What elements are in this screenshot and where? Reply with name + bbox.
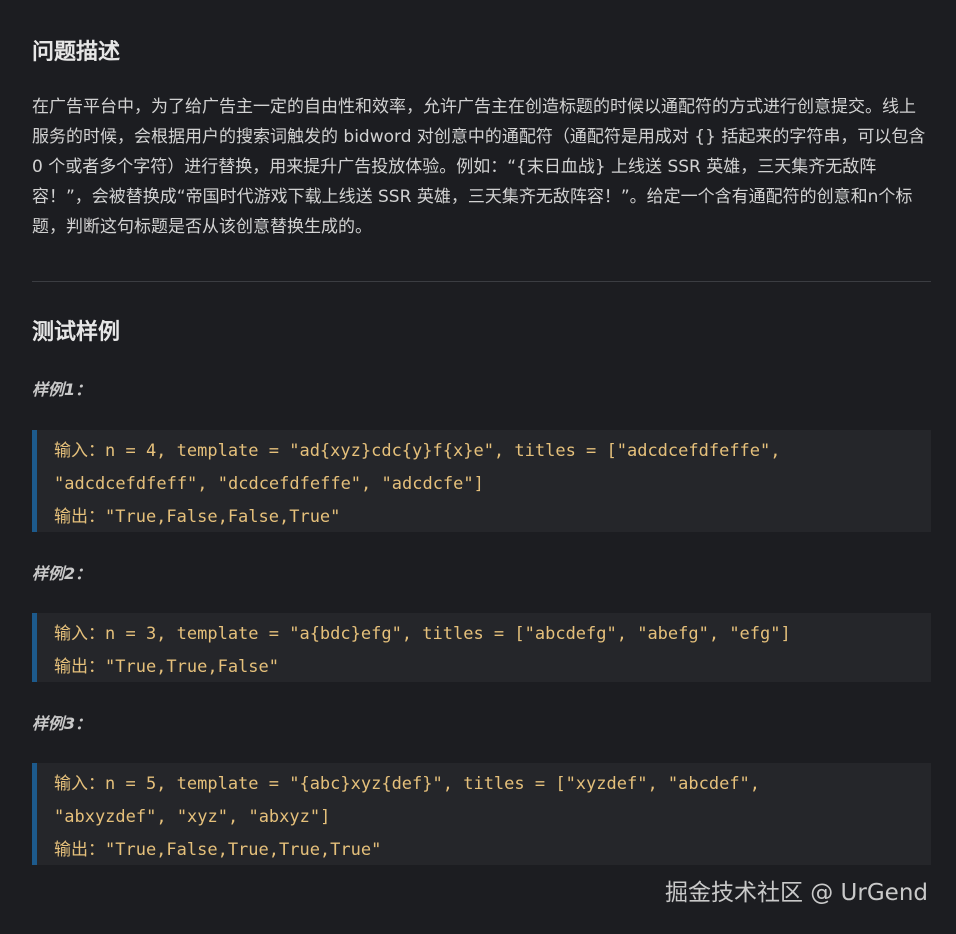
example-2-input-line: 输入：n = 3, template = "a{bdc}efg", titles… xyxy=(54,618,931,651)
example-2-code-block: 输入：n = 3, template = "a{bdc}efg", titles… xyxy=(32,613,931,682)
input-key: 输入： xyxy=(54,441,105,461)
output-key: 输出： xyxy=(54,507,105,527)
example-2-input: n = 3, template = "a{bdc}efg", titles = … xyxy=(105,624,791,644)
example-2-output-line: 输出："True,True,False" xyxy=(54,651,931,684)
output-key: 输出： xyxy=(54,840,105,860)
example-1-label: 样例1： xyxy=(32,380,92,399)
example-3-output-line: 输出："True,False,True,True,True" xyxy=(54,834,931,867)
example-1-input-line: 输入：n = 4, template = "ad{xyz}cdc{y}f{x}e… xyxy=(54,435,931,468)
tests-heading: 测试样例 xyxy=(32,320,121,345)
example-2-label: 样例2： xyxy=(32,564,92,583)
input-key: 输入： xyxy=(54,774,105,794)
input-key: 输入： xyxy=(54,624,105,644)
example-3-input-line: 输入：n = 5, template = "{abc}xyz{def}", ti… xyxy=(54,768,931,801)
example-1-input-continuation: "adcdcefdfeff", "dcdcefdfeffe", "adcdcfe… xyxy=(54,474,484,494)
example-3-code-block: 输入：n = 5, template = "{abc}xyz{def}", ti… xyxy=(32,763,931,865)
output-key: 输出： xyxy=(54,657,105,677)
watermark: 掘金技术社区 @ UrGend xyxy=(664,880,928,906)
example-1-input: n = 4, template = "ad{xyz}cdc{y}f{x}e", … xyxy=(105,441,781,461)
example-1-output: "True,False,False,True" xyxy=(105,507,341,527)
example-3-output: "True,False,True,True,True" xyxy=(105,840,382,860)
problem-heading: 问题描述 xyxy=(32,40,121,65)
example-2-output: "True,True,False" xyxy=(105,657,279,677)
example-3-input: n = 5, template = "{abc}xyz{def}", title… xyxy=(105,774,761,794)
section-divider xyxy=(32,281,931,282)
example-3-label: 样例3： xyxy=(32,714,92,733)
example-3-input-continuation: "abxyzdef", "xyz", "abxyz"] xyxy=(54,807,331,827)
problem-description: 在广告平台中，为了给广告主一定的自由性和效率，允许广告主在创造标题的时候以通配符… xyxy=(32,97,926,237)
example-1-code-block: 输入：n = 4, template = "ad{xyz}cdc{y}f{x}e… xyxy=(32,430,931,532)
example-1-output-line: 输出："True,False,False,True" xyxy=(54,501,931,534)
